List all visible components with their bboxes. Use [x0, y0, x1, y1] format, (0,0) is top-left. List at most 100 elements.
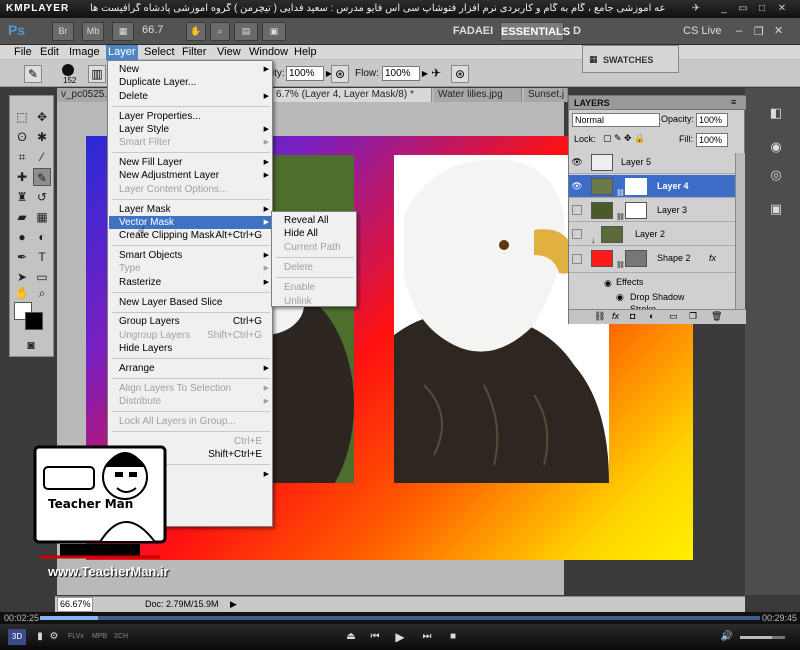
brush-tool-icon[interactable]: ✎: [33, 168, 51, 186]
visibility-box[interactable]: [572, 254, 582, 264]
visibility-eye-icon[interactable]: 👁: [571, 156, 583, 168]
adjustment-layer-icon[interactable]: ◐: [649, 311, 654, 321]
visibility-eye-icon[interactable]: 👁: [571, 180, 583, 192]
layer-mask-thumbnail[interactable]: [625, 202, 647, 219]
menu-window[interactable]: Window: [247, 45, 290, 60]
menu-help[interactable]: Help: [292, 45, 319, 60]
menu-item-smart-objects[interactable]: Smart Objects ▶: [109, 249, 273, 262]
panel-menu-icon[interactable]: ≡: [731, 97, 736, 107]
pin-icon[interactable]: ✈: [690, 3, 702, 14]
mini-bridge-button[interactable]: Mb: [82, 22, 104, 41]
fx-icon[interactable]: fx: [709, 247, 716, 270]
seek-track[interactable]: [40, 616, 760, 620]
menu-item-create-clipping-mask[interactable]: Create Clipping Mask Alt+Ctrl+G: [109, 229, 273, 242]
menu-item-new[interactable]: New ▶: [109, 63, 273, 76]
workspace-user[interactable]: FADAEI: [448, 22, 498, 41]
color-panel-icon[interactable]: ◧: [765, 102, 787, 124]
move-tool-icon[interactable]: ✥: [33, 108, 51, 126]
menu-item-duplicate-layer[interactable]: Duplicate Layer...: [109, 76, 273, 89]
masks-panel-icon[interactable]: ◎: [765, 164, 787, 186]
workspace-essentials[interactable]: ESSENTIALS: [500, 22, 570, 41]
menu-item-new-adjustment-layer[interactable]: New Adjustment Layer ▶: [109, 169, 273, 182]
effects-eye-icon[interactable]: ◉: [604, 278, 612, 289]
cs-live[interactable]: CS Live: [683, 25, 722, 37]
menu-layer[interactable]: Layer: [106, 45, 138, 60]
blur-tool-icon[interactable]: ●: [13, 228, 31, 246]
tab-sunset[interactable]: Sunset.j: [524, 88, 568, 102]
marquee-tool-icon[interactable]: ⬚: [13, 108, 31, 126]
maximize-icon[interactable]: □: [756, 3, 768, 14]
hand-tool-icon[interactable]: ✋: [13, 284, 31, 302]
menu-item-vector-mask[interactable]: Vector Mask ▶: [109, 215, 273, 229]
volume-icon[interactable]: 🔊: [720, 630, 734, 644]
hand-icon[interactable]: ✋: [186, 22, 206, 41]
crop-tool-icon[interactable]: ⌗: [13, 148, 31, 166]
status-menu-arrow-icon[interactable]: ▶: [230, 599, 237, 610]
menu-item-new-fill-layer[interactable]: New Fill Layer ▶: [109, 156, 273, 169]
quick-mask-icon[interactable]: ◙: [22, 336, 40, 354]
menu-file[interactable]: File: [12, 45, 34, 60]
volume-slider[interactable]: [740, 636, 785, 639]
eyedropper-tool-icon[interactable]: ⁄: [33, 148, 51, 166]
tab-document-active[interactable]: 6.7% (Layer 4, Layer Mask/8) *: [272, 88, 432, 102]
menu-image[interactable]: Image: [67, 45, 102, 60]
adjustments-panel-icon[interactable]: ◉: [765, 136, 787, 158]
lasso-tool-icon[interactable]: ʘ: [13, 128, 31, 146]
bridge-button[interactable]: Br: [52, 22, 74, 41]
zoom-tool-icon[interactable]: ⌕: [33, 284, 51, 302]
blend-mode-select[interactable]: Normal: [572, 113, 660, 127]
menu-item-delete[interactable]: Delete ▶: [109, 90, 273, 103]
window-minimize-icon[interactable]: –: [736, 25, 742, 37]
effect-drop-shadow[interactable]: Drop Shadow: [630, 292, 685, 302]
play-icon[interactable]: ▶: [393, 630, 407, 644]
menu-select[interactable]: Select: [142, 45, 177, 60]
window-close-icon[interactable]: ✕: [774, 24, 783, 37]
history-brush-tool-icon[interactable]: ↺: [33, 188, 51, 206]
screen-mode-icon[interactable]: ▣: [262, 22, 286, 41]
menu-edit[interactable]: Edit: [38, 45, 61, 60]
3d-panel-icon[interactable]: ▣: [765, 198, 787, 220]
layers-scrollbar[interactable]: [735, 153, 745, 309]
healing-brush-tool-icon[interactable]: ✚: [13, 168, 31, 186]
visibility-box[interactable]: [572, 229, 582, 239]
quick-select-tool-icon[interactable]: ✱: [33, 128, 51, 146]
layer-row-layer-3[interactable]: ⛓ Layer 3: [569, 199, 735, 222]
menu-item-layer-properties[interactable]: Layer Properties...: [109, 110, 273, 123]
layer-fill-field[interactable]: 100%: [696, 133, 728, 147]
close-icon[interactable]: ✕: [776, 3, 788, 14]
layer-opacity-field[interactable]: 100%: [696, 113, 728, 127]
brush-panel-icon[interactable]: ▥: [88, 65, 106, 83]
settings-icon[interactable]: ⚙: [47, 630, 61, 644]
layer-row-shape-2[interactable]: ⛓ Shape 2 fx: [569, 247, 735, 273]
lock-icons[interactable]: ▢ ✎ ✥ 🔒: [603, 133, 645, 144]
view-extras-button[interactable]: ▦: [112, 22, 134, 41]
menu-item-new-layer-based-slice[interactable]: New Layer Based Slice: [109, 296, 273, 309]
link-icon[interactable]: ⛓: [616, 254, 625, 277]
next-icon[interactable]: ⏭: [420, 630, 434, 644]
brush-tip-icon[interactable]: [62, 64, 74, 76]
layer-row-layer-5[interactable]: 👁 Layer 5: [569, 151, 735, 174]
stop-icon[interactable]: ■: [446, 630, 460, 644]
tab-water-lilies[interactable]: Water lilies.jpg: [434, 88, 522, 102]
pen-tool-icon[interactable]: ✒: [13, 248, 31, 266]
menu-item-arrange[interactable]: Arrange ▶: [109, 362, 273, 375]
vector-mask-thumbnail[interactable]: [625, 250, 647, 267]
background-color-swatch[interactable]: [25, 312, 43, 330]
menu-view[interactable]: View: [215, 45, 243, 60]
menu-filter[interactable]: Filter: [180, 45, 208, 60]
menu-item-rasterize[interactable]: Rasterize ▶: [109, 276, 273, 289]
previous-icon[interactable]: ⏮: [368, 630, 382, 644]
opacity-field[interactable]: 100%: [286, 66, 324, 81]
layer-row-layer-4[interactable]: 👁 ⛓ Layer 4: [569, 175, 735, 198]
eject-icon[interactable]: ⏏: [344, 630, 358, 644]
arrange-documents-icon[interactable]: ▤: [234, 22, 258, 41]
dodge-tool-icon[interactable]: ◐: [33, 228, 51, 246]
submenu-item-reveal-all[interactable]: Reveal All: [273, 214, 357, 227]
clone-stamp-tool-icon[interactable]: ♜: [13, 188, 31, 206]
effect-eye-icon[interactable]: ◉: [616, 292, 624, 303]
submenu-item-hide-all[interactable]: Hide All: [273, 227, 357, 240]
visibility-box[interactable]: [572, 205, 582, 215]
menu-item-group-layers[interactable]: Group Layers Ctrl+G: [109, 315, 273, 328]
layer-mask-thumbnail[interactable]: [625, 178, 647, 195]
type-tool-icon[interactable]: T: [33, 248, 51, 266]
